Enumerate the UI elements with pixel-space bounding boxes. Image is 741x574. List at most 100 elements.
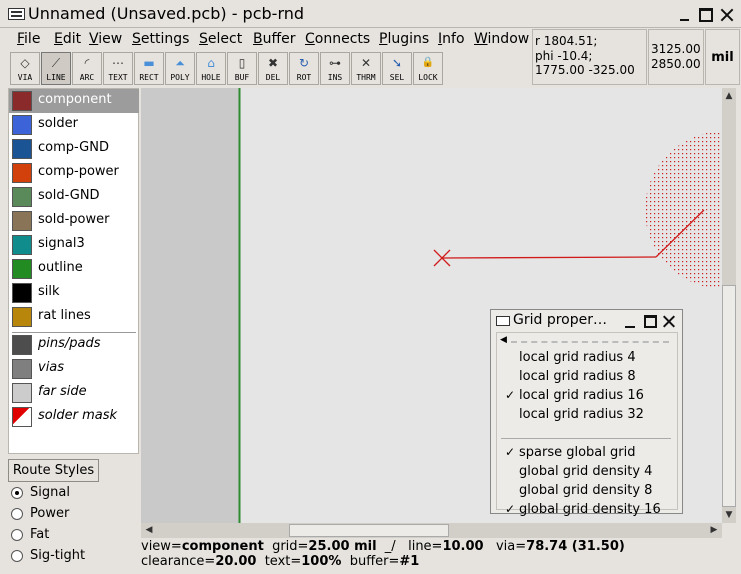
menu-item-global-grid-density-8[interactable]: global grid density 8 — [497, 482, 677, 501]
layer-color-swatch[interactable] — [12, 307, 32, 327]
close-icon[interactable] — [663, 315, 676, 328]
layer-color-swatch[interactable] — [12, 115, 32, 135]
layer-color-swatch[interactable] — [12, 235, 32, 255]
layer-color-swatch[interactable] — [12, 259, 32, 279]
tool-thermal[interactable]: ✕ THRM — [351, 52, 381, 85]
menu-plugins[interactable]: Plugins — [379, 31, 429, 47]
lock-icon: 🔒 — [421, 57, 435, 68]
menu-item-local-grid-radius-16[interactable]: ✓ local grid radius 16 — [497, 387, 677, 406]
layer-item-far-side[interactable]: far side — [9, 381, 139, 405]
route-style-signal[interactable]: Signal — [10, 483, 130, 503]
layer-color-swatch[interactable] — [12, 91, 32, 111]
menu-info[interactable]: Info — [438, 31, 465, 47]
tool-rotate[interactable]: ↻ ROT — [289, 52, 319, 85]
tearoff-line[interactable] — [511, 341, 669, 343]
menu-window[interactable]: Window — [474, 31, 529, 47]
route-style-power[interactable]: Power — [10, 504, 130, 524]
menu-item-sparse-global-grid[interactable]: ✓ sparse global grid — [497, 444, 677, 463]
route-style-fat[interactable]: Fat — [10, 525, 130, 545]
tool-label: SEL — [389, 73, 405, 82]
menu-view[interactable]: View — [89, 31, 122, 47]
horizontal-scrollbar[interactable]: ◀ ▶ — [141, 523, 722, 538]
menu-file[interactable]: File — [17, 31, 40, 47]
scroll-down-icon[interactable]: ▼ — [722, 508, 736, 522]
route-style-label: Sig-tight — [30, 548, 86, 563]
tool-label: VIA — [17, 73, 33, 82]
route-style-sig-tight[interactable]: Sig-tight — [10, 546, 130, 566]
layer-label: vias — [38, 360, 65, 375]
menu-edit[interactable]: Edit — [54, 31, 81, 47]
layer-color-swatch[interactable] — [12, 187, 32, 207]
layer-item-component[interactable]: component — [9, 89, 139, 113]
layer-item-vias[interactable]: vias — [9, 357, 139, 381]
layer-label: silk — [38, 284, 60, 299]
layer-item-signal3[interactable]: signal3 — [9, 233, 139, 257]
layer-color-swatch[interactable] — [12, 359, 32, 379]
vertical-scrollbar[interactable]: ▲ ▼ — [722, 88, 736, 523]
layer-color-swatch[interactable] — [12, 283, 32, 303]
tool-line[interactable]: ⟋ LINE — [41, 52, 71, 85]
tool-lock[interactable]: 🔒 LOCK — [413, 52, 443, 85]
layer-color-swatch[interactable] — [12, 163, 32, 183]
maximize-icon[interactable] — [699, 8, 713, 22]
radio-icon[interactable] — [11, 508, 23, 520]
minimize-icon[interactable] — [624, 315, 637, 328]
layer-item-pins-pads[interactable]: pins/pads — [9, 333, 139, 357]
tool-delete[interactable]: ✖ DEL — [258, 52, 288, 85]
menu-settings[interactable]: Settings — [132, 31, 189, 47]
layer-item-solder-mask[interactable]: solder mask — [9, 405, 139, 429]
tool-hole[interactable]: ⌂ HOLE — [196, 52, 226, 85]
layer-item-solder[interactable]: solder — [9, 113, 139, 137]
tool-label: ARC — [79, 73, 95, 82]
layer-item-comp-gnd[interactable]: comp-GND — [9, 137, 139, 161]
menu-item-local-grid-radius-8[interactable]: local grid radius 8 — [497, 368, 677, 387]
status-via-key: via= — [495, 539, 527, 554]
abs-y-readout: 2850.00 — [651, 56, 701, 71]
menu-select[interactable]: Select — [199, 31, 242, 47]
maximize-icon[interactable] — [644, 315, 657, 328]
route-styles-button[interactable]: Route Styles — [8, 459, 99, 482]
menu-item-local-grid-radius-4[interactable]: local grid radius 4 — [497, 349, 677, 368]
layer-item-silk[interactable]: silk — [9, 281, 139, 305]
layer-item-outline[interactable]: outline — [9, 257, 139, 281]
menu-item-global-grid-density-16[interactable]: ✓ global grid density 16 — [497, 501, 677, 517]
menu-connects[interactable]: Connects — [305, 31, 370, 47]
radio-selected-icon[interactable] — [11, 487, 23, 499]
layer-item-sold-power[interactable]: sold-power — [9, 209, 139, 233]
layer-color-swatch[interactable] — [12, 335, 32, 355]
layer-item-sold-gnd[interactable]: sold-GND — [9, 185, 139, 209]
tool-rect[interactable]: ▬ RECT — [134, 52, 164, 85]
menu-item-global-grid-density-4[interactable]: global grid density 4 — [497, 463, 677, 482]
layer-color-swatch[interactable] — [12, 211, 32, 231]
radio-icon[interactable] — [11, 529, 23, 541]
scroll-right-icon[interactable]: ▶ — [707, 523, 721, 537]
menu-item-local-grid-radius-32[interactable]: local grid radius 32 — [497, 406, 677, 425]
layer-label: rat lines — [38, 308, 91, 323]
layer-color-swatch[interactable] — [12, 383, 32, 403]
scroll-left-icon[interactable]: ◀ — [142, 523, 156, 537]
tool-via[interactable]: ◇ VIA — [10, 52, 40, 85]
layer-item-comp-power[interactable]: comp-power — [9, 161, 139, 185]
layer-color-swatch[interactable] — [12, 139, 32, 159]
layer-label: signal3 — [38, 236, 85, 251]
tool-arc[interactable]: ◜ ARC — [72, 52, 102, 85]
tool-label: HOLE — [201, 73, 221, 82]
tool-select[interactable]: ➘ SEL — [382, 52, 412, 85]
tool-text[interactable]: ⋯ TEXT — [103, 52, 133, 85]
layer-item-rat-lines[interactable]: rat lines — [9, 305, 139, 329]
close-icon[interactable] — [720, 8, 734, 22]
minimize-icon[interactable] — [678, 8, 692, 22]
unit-toggle-button[interactable]: mil — [705, 29, 740, 85]
status-line-1: view=component grid=25.00 mil _/ line=10… — [141, 539, 741, 554]
tool-buffer[interactable]: ▯ BUF — [227, 52, 257, 85]
layer-color-swatch[interactable] — [12, 407, 32, 427]
menu-buffer[interactable]: Buffer — [253, 31, 296, 47]
tool-poly[interactable]: ⏶ POLY — [165, 52, 195, 85]
vertical-scroll-thumb[interactable] — [722, 285, 736, 507]
tool-insert[interactable]: ⊶ INS — [320, 52, 350, 85]
tearoff-arrow-icon[interactable]: ◀ — [500, 335, 507, 345]
scroll-up-icon[interactable]: ▲ — [722, 89, 736, 103]
horizontal-scroll-thumb[interactable] — [289, 524, 449, 537]
radio-icon[interactable] — [11, 550, 23, 562]
status-view-value: component — [181, 539, 264, 554]
